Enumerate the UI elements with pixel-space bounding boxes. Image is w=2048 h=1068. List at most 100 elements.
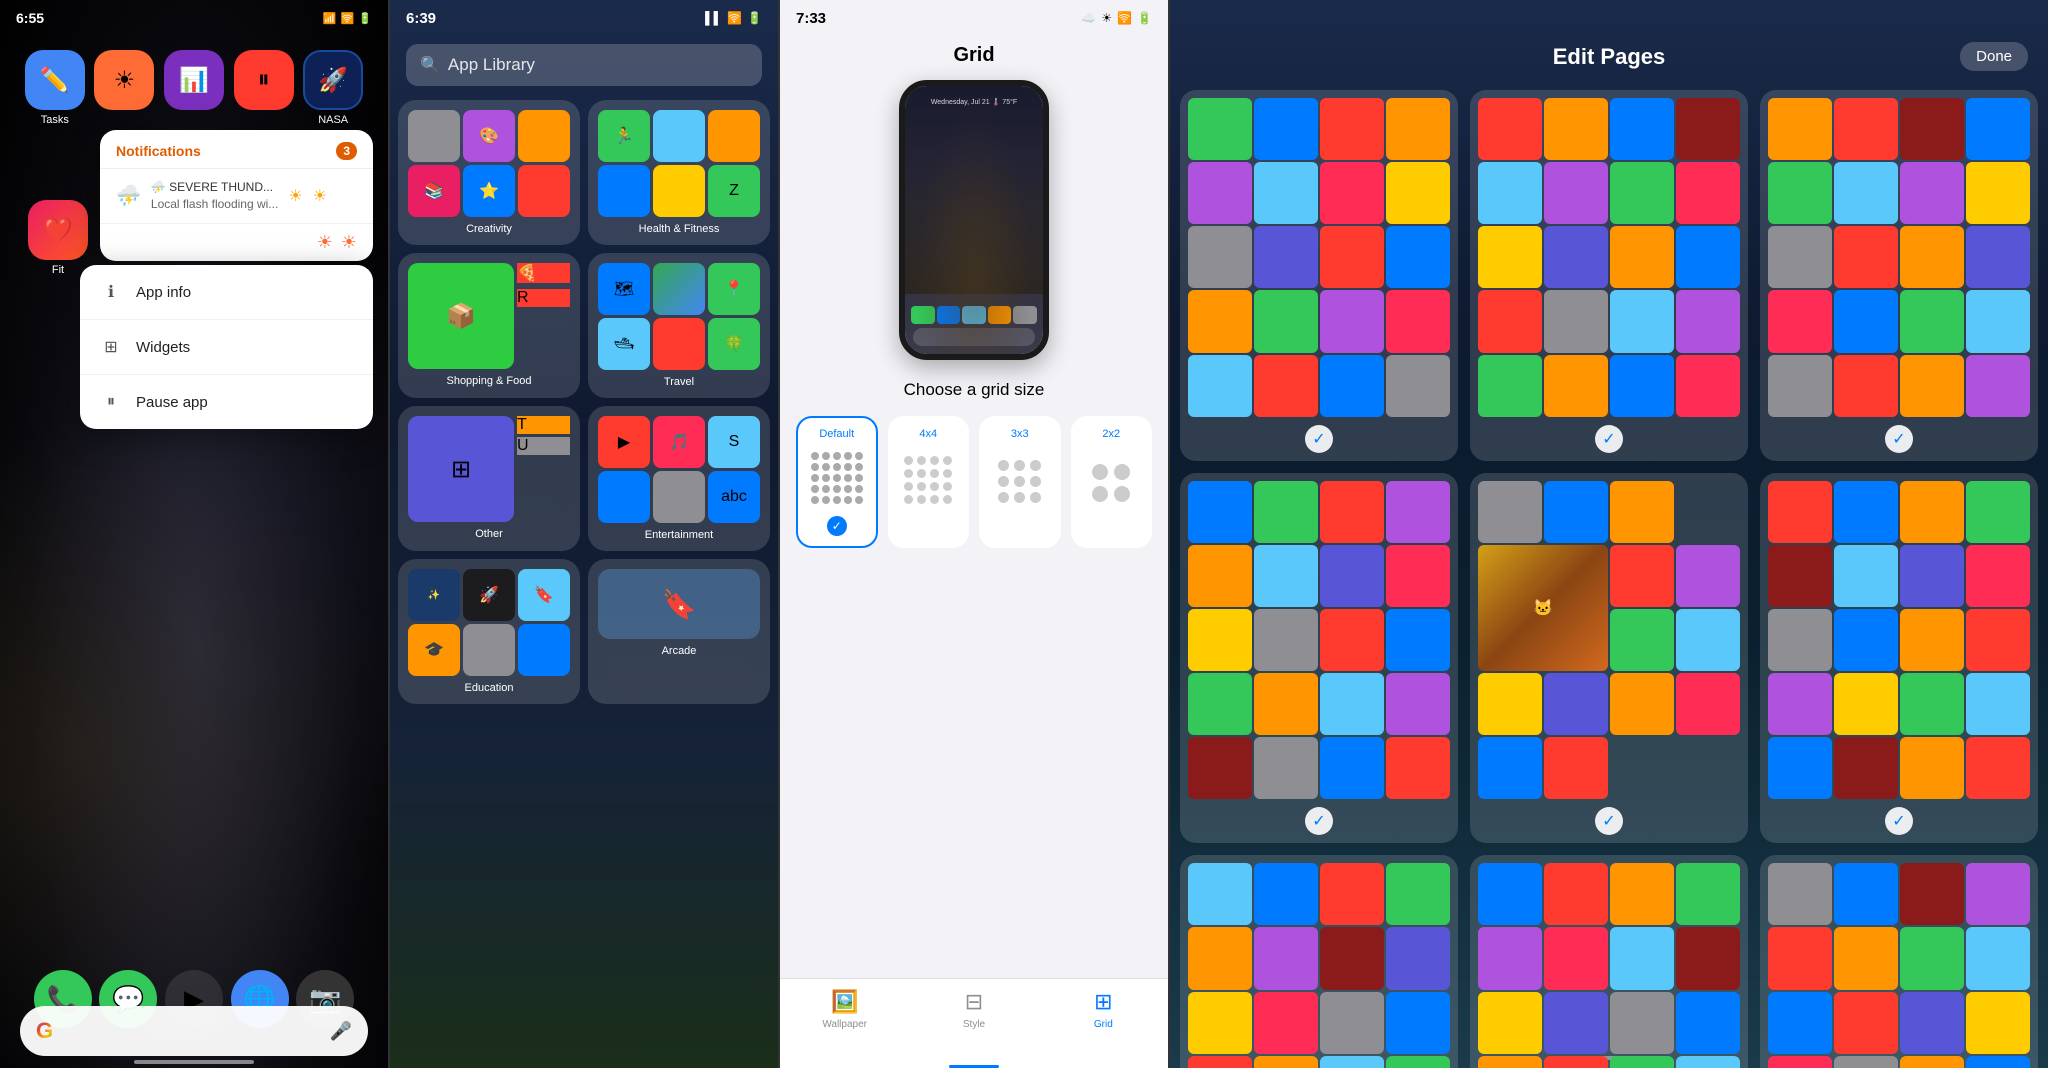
page-6[interactable]: ✓ [1760, 473, 2038, 844]
pg4-app19 [1320, 737, 1384, 799]
3x3-label: 3x3 [1011, 428, 1029, 440]
page-2[interactable]: ✓ [1470, 90, 1748, 461]
travel-app2 [653, 263, 705, 315]
page-8[interactable]: ✓ [1470, 855, 1748, 1068]
page-6-check: ✓ [1885, 807, 1913, 835]
pg8-app15 [1610, 1056, 1674, 1068]
tab-style[interactable]: ⊟ Style [909, 989, 1038, 1030]
grid-default[interactable]: Default ✓ [796, 416, 878, 548]
pg9-app16 [1966, 1056, 2030, 1068]
pg1-app10 [1254, 226, 1318, 288]
widgets-item[interactable]: ⊞ Widgets [80, 320, 373, 375]
pg3-app8 [1966, 162, 2030, 224]
creativity-folder[interactable]: 🎨 📚 ⭐ Creativity [398, 100, 580, 245]
pg2-app8 [1676, 162, 1740, 224]
tab-wallpaper[interactable]: 🖼️ Wallpaper [780, 989, 909, 1030]
page-2-check: ✓ [1595, 425, 1623, 453]
edit-pages-screen: Edit Pages Done [1170, 0, 2048, 1068]
pg4-app15 [1320, 673, 1384, 735]
app-info-item[interactable]: ℹ App info [80, 265, 373, 320]
nasa-app[interactable]: 🚀 NASA [303, 50, 363, 126]
page-1-check: ✓ [1305, 425, 1333, 453]
tab-grid[interactable]: ⊞ Grid [1039, 989, 1168, 1030]
pg3-app3 [1900, 98, 1964, 160]
pg4-app8 [1386, 545, 1450, 607]
android-statusbar: 6:55 📶 🛜 🔋 [0, 0, 388, 36]
sun-icon: ☀ [288, 186, 302, 206]
pg4-app9 [1188, 609, 1252, 671]
pg7-app16 [1386, 1056, 1450, 1068]
pg3-app10 [1834, 226, 1898, 288]
page-3-inner [1768, 98, 2030, 417]
page-4-check: ✓ [1305, 807, 1333, 835]
healthapp1: 🏃 [598, 110, 650, 162]
pg4-app17 [1188, 737, 1252, 799]
music-mini: 🎵 [653, 416, 705, 468]
weather-app[interactable]: ☀ [94, 50, 154, 126]
page-9[interactable]: ✓ [1760, 855, 2038, 1068]
pg5-app8 [1676, 609, 1740, 671]
tasks-app[interactable]: ✏️ Tasks [25, 50, 85, 126]
video-app[interactable]: ⏸ [234, 50, 294, 126]
entertainment-folder[interactable]: ▶ 🎵 S abc Entertainment [588, 406, 770, 551]
app-library-search[interactable]: 🔍 App Library [406, 44, 762, 86]
pg6-app14 [1834, 673, 1898, 735]
pg1-app20 [1386, 355, 1450, 417]
page-7[interactable]: ✓ [1180, 855, 1458, 1068]
pg3-app1 [1768, 98, 1832, 160]
pg1-app16 [1386, 290, 1450, 352]
other-folder[interactable]: ⊞ T U Other [398, 406, 580, 551]
ios-library-screen: 6:39 ▌▌ 🛜 🔋 🔍 App Library 🎨 📚 ⭐ [390, 0, 780, 1068]
page-5[interactable]: 🐱 ✓ [1470, 473, 1748, 844]
arcade-folder[interactable]: 🔖 Arcade [588, 559, 770, 704]
fit-label: Fit [28, 264, 88, 276]
battery-icon: 🔋 [358, 12, 372, 25]
healthapp4 [598, 165, 650, 217]
page-1[interactable]: ✓ [1180, 90, 1458, 461]
grid-3x3[interactable]: 3x3 [979, 416, 1061, 548]
pg3-app12 [1966, 226, 2030, 288]
pg3-app5 [1768, 162, 1832, 224]
pg1-app17 [1188, 355, 1252, 417]
stats-app[interactable]: 📊 [164, 50, 224, 126]
page-9-inner [1768, 863, 2030, 1068]
page-4[interactable]: ✓ [1180, 473, 1458, 844]
other2: U [517, 437, 570, 455]
pg9-app12 [1966, 992, 2030, 1054]
health-folder[interactable]: 🏃 Z Health & Fitness [588, 100, 770, 245]
pg2-app7 [1610, 162, 1674, 224]
pause-item[interactable]: ⏸ Pause app [80, 375, 373, 429]
shopping-folder[interactable]: 📦 🍕 R Shopping & Food [398, 253, 580, 398]
creativity-grid: 🎨 📚 ⭐ [408, 110, 570, 217]
notif-sub: Local flash flooding wi... [151, 196, 278, 213]
fit-app[interactable]: ❤️ Fit [28, 200, 88, 276]
page-3[interactable]: ✓ [1760, 90, 2038, 461]
pg2-app3 [1610, 98, 1674, 160]
done-button[interactable]: Done [1960, 42, 2028, 71]
notif-icon2: ☀ [341, 232, 357, 253]
healthapp5 [653, 165, 705, 217]
pg8-app14 [1544, 1056, 1608, 1068]
google-search-bar[interactable]: G 🎤 [20, 1006, 368, 1056]
grid-2x2[interactable]: 2x2 [1071, 416, 1153, 548]
shopapp2: R [517, 289, 570, 307]
notif-item-weather[interactable]: ⛈️ ⛈️ SEVERE THUND... Local flash floodi… [100, 169, 373, 224]
pg9-app6 [1834, 927, 1898, 989]
pg2-app11 [1610, 226, 1674, 288]
travel-folder[interactable]: 🗺 📍 🛥 🍀 Travel [588, 253, 770, 398]
nasa-edu-mini: 🚀 [463, 569, 515, 621]
pg7-app12 [1386, 992, 1450, 1054]
notif-icon1: ☀ [317, 232, 333, 253]
phone-preview-bg: Wednesday, Jul 21 🌡️ 75°F [905, 86, 1043, 354]
2x2-dots [1092, 464, 1130, 502]
edit-pages-title: Edit Pages [1170, 44, 2048, 70]
health-grid: 🏃 Z [598, 110, 760, 217]
page-1-inner [1188, 98, 1450, 417]
education-folder[interactable]: ✨ 🚀 🔖 🎓 Education [398, 559, 580, 704]
pg7-app7 [1320, 927, 1384, 989]
grid-4x4[interactable]: 4x4 [888, 416, 970, 548]
pg8-app11 [1610, 992, 1674, 1054]
pg5-app5 [1610, 545, 1674, 607]
pg3-app13 [1768, 290, 1832, 352]
pg7-app8 [1386, 927, 1450, 989]
